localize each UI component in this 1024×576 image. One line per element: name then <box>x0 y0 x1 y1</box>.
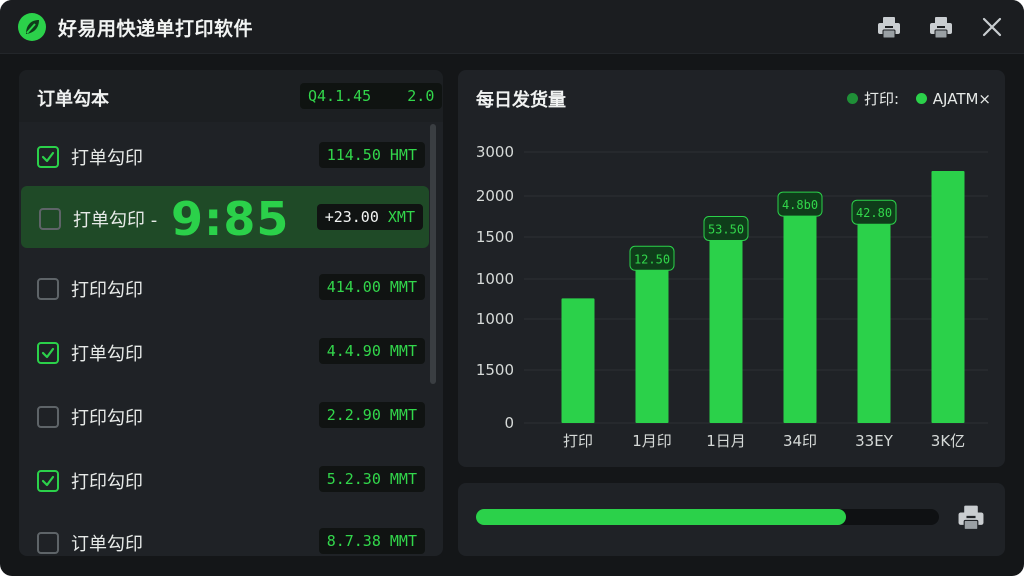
title-bar: 好易用快递单打印软件 <box>0 0 1024 54</box>
x-tick-label: 1日月 <box>706 432 746 450</box>
order-checkbox[interactable] <box>37 532 59 554</box>
checkmark-icon <box>41 151 55 163</box>
chart-bar[interactable] <box>931 170 965 423</box>
print-preview-button[interactable] <box>874 12 904 42</box>
order-list-panel: 订单勾本 Q4.1.45 2.0 打单勾印 114.50 HMT 打单勾印 - 9:8… <box>19 70 443 556</box>
order-amount-badge: 4.4.90 MMT <box>318 338 425 364</box>
data-label: 4.8b0 <box>782 198 818 212</box>
order-label: 打单勾印 <box>71 344 143 365</box>
order-checkbox[interactable] <box>37 470 59 492</box>
x-tick-label: 打印 <box>563 432 593 450</box>
app-window: 好易用快递单打印软件 订单勾本 Q4.1.45 2.0 打单勾印 114.50 … <box>0 0 1024 576</box>
data-label: 53.50 <box>708 222 744 236</box>
x-tick-label: 33EY <box>855 432 894 450</box>
data-label: 42.80 <box>856 206 892 220</box>
order-label: 打单勾印 <box>71 148 143 169</box>
order-amount: 8.7.38 MMT <box>326 532 417 550</box>
y-tick-label: 1000 <box>476 310 514 328</box>
summary-badge: Q4.1.45 2.0 <box>300 83 443 109</box>
order-list-header: 订单勾本 Q4.1.45 2.0 <box>19 70 443 122</box>
order-checkbox[interactable] <box>37 278 59 300</box>
x-tick-label: 34印 <box>783 432 817 450</box>
chart-bar[interactable] <box>857 206 891 423</box>
order-amount: 5.2.30 MMT <box>326 470 417 488</box>
y-tick-label: 3000 <box>476 143 514 161</box>
progress-panel <box>458 483 1005 556</box>
order-amount: 414.00 MMT <box>326 278 417 296</box>
data-label: 12.50 <box>634 252 670 266</box>
chart-panel: 每日发货量 打印: AJATM× 3000 2000 1500 1000 1000 150… <box>458 70 1005 467</box>
order-label: 订单勾印 <box>71 534 143 555</box>
summary-code: Q4.1.45 <box>308 87 372 105</box>
y-tick-label: 2000 <box>476 187 514 205</box>
x-tick-label: 1月印 <box>632 432 672 450</box>
order-amount-unit: XMT <box>387 208 415 226</box>
order-row[interactable]: 订单勾印 8.7.38 MMT <box>19 510 431 556</box>
app-title: 好易用快递单打印软件 <box>58 18 254 40</box>
order-amount-badge: 114.50 HMT <box>318 142 425 168</box>
order-amount-badge: 414.00 MMT <box>318 274 425 300</box>
order-row[interactable]: 打印勾印 5.2.30 MMT <box>19 448 431 510</box>
printer-icon <box>958 505 984 531</box>
order-row[interactable]: 打印勾印 414.00 MMT <box>19 256 431 318</box>
order-amount: 4.4.90 MMT <box>326 342 417 360</box>
order-amount: +23.00 <box>324 208 379 226</box>
order-checkbox[interactable] <box>37 342 59 364</box>
checkmark-icon <box>41 475 55 487</box>
print-button[interactable] <box>926 12 956 42</box>
order-amount: 114.50 HMT <box>326 146 417 164</box>
print-progress-bar <box>476 509 939 525</box>
order-label: 打印勾印 <box>71 408 143 429</box>
chart-bar[interactable] <box>561 298 595 423</box>
start-print-button[interactable] <box>954 500 988 534</box>
order-label: 打单勾印 - <box>73 210 158 231</box>
order-label: 打印勾印 <box>71 472 143 493</box>
close-icon <box>982 17 1002 37</box>
order-row[interactable]: 打单勾印 4.4.90 MMT <box>19 320 431 382</box>
order-amount-badge: 5.2.30 MMT <box>318 466 425 492</box>
close-button[interactable] <box>977 12 1007 42</box>
order-checkbox[interactable] <box>37 146 59 168</box>
printer-icon <box>878 17 900 39</box>
order-list-title: 订单勾本 <box>37 89 109 110</box>
y-tick-label: 1500 <box>476 361 514 379</box>
order-row[interactable]: 打印勾印 2.2.90 MMT <box>19 384 431 446</box>
order-label: 打印勾印 <box>71 280 143 301</box>
chart-bar[interactable] <box>783 198 817 423</box>
y-tick-label: 1000 <box>476 270 514 288</box>
order-amount-badge: 8.7.38 MMT <box>318 528 425 554</box>
order-time: 9:85 <box>171 192 290 246</box>
order-checkbox[interactable] <box>37 406 59 428</box>
order-row[interactable]: 打单勾印 - 9:85 +23.00 XMT <box>21 186 429 248</box>
order-list-scrollbar[interactable] <box>430 124 436 384</box>
leaf-logo-icon <box>18 13 46 41</box>
order-amount-badge: 2.2.90 MMT <box>318 402 425 428</box>
summary-count: 2.0 <box>407 87 435 105</box>
y-tick-label: 0 <box>504 414 514 432</box>
order-amount-badge: +23.00 XMT <box>316 204 423 230</box>
order-checkbox[interactable] <box>39 208 61 230</box>
order-amount: 2.2.90 MMT <box>326 406 417 424</box>
y-tick-label: 1500 <box>476 228 514 246</box>
bar-chart: 3000 2000 1500 1000 1000 1500 0 打印 12.50 1月印 53.50… <box>476 143 988 450</box>
x-tick-label: 3K亿 <box>931 432 965 450</box>
checkmark-icon <box>41 347 55 359</box>
chart-bar[interactable] <box>635 252 669 423</box>
order-row[interactable]: 打单勾印 114.50 HMT <box>19 124 431 186</box>
chart-bar[interactable] <box>709 222 743 423</box>
printer-icon <box>930 17 952 39</box>
print-progress-fill <box>476 509 847 525</box>
